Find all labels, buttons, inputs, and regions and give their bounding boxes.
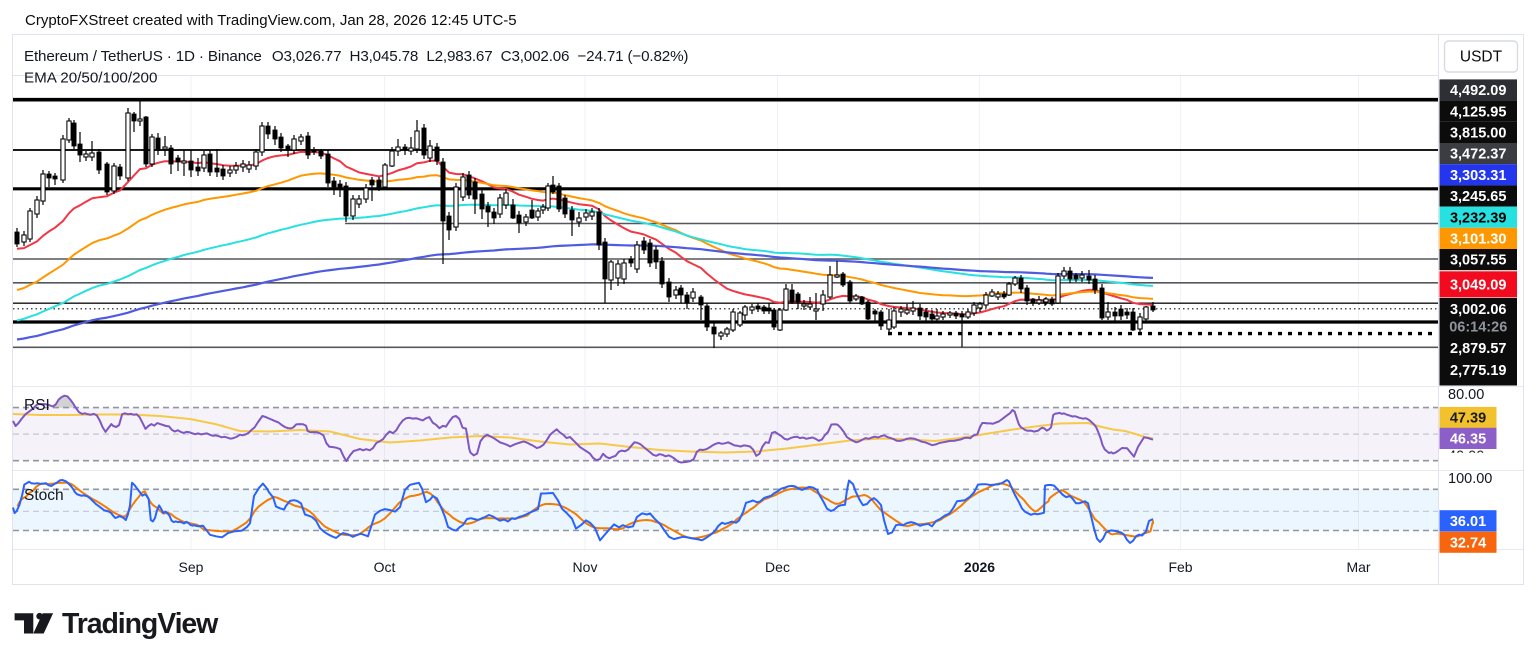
svg-text:CryptoFXStreet created with Tr: CryptoFXStreet created with TradingView.… bbox=[25, 12, 517, 29]
svg-text:3,002.06: 3,002.06 bbox=[1450, 302, 1506, 318]
svg-text:4,492.09: 4,492.09 bbox=[1450, 83, 1506, 99]
svg-text:Feb: Feb bbox=[1168, 559, 1192, 575]
svg-text:3,303.31: 3,303.31 bbox=[1450, 168, 1506, 184]
svg-text:3,245.65: 3,245.65 bbox=[1450, 189, 1506, 205]
svg-text:Mar: Mar bbox=[1346, 559, 1370, 575]
svg-text:2026: 2026 bbox=[964, 559, 995, 575]
svg-text:3,472.37: 3,472.37 bbox=[1450, 147, 1506, 163]
svg-text:100.00: 100.00 bbox=[1448, 471, 1492, 487]
svg-text:3,101.30: 3,101.30 bbox=[1450, 232, 1506, 248]
svg-text:Oct: Oct bbox=[374, 559, 396, 575]
svg-text:Ethereum / TetherUS · 1D · Bin: Ethereum / TetherUS · 1D · Binance O3,02… bbox=[24, 48, 688, 65]
svg-text:4,125.95: 4,125.95 bbox=[1450, 104, 1506, 120]
svg-text:Nov: Nov bbox=[573, 559, 598, 575]
svg-text:2,879.57: 2,879.57 bbox=[1450, 341, 1506, 357]
svg-text:47.39: 47.39 bbox=[1450, 411, 1486, 427]
svg-text:EMA 20/50/100/200: EMA 20/50/100/200 bbox=[24, 70, 157, 87]
svg-text:40.00: 40.00 bbox=[1448, 448, 1484, 464]
svg-text:06:14:26: 06:14:26 bbox=[1449, 319, 1507, 335]
svg-text:80.00: 80.00 bbox=[1448, 387, 1484, 403]
svg-text:Dec: Dec bbox=[765, 559, 790, 575]
svg-text:TradingView: TradingView bbox=[62, 608, 219, 640]
svg-text:3,232.39: 3,232.39 bbox=[1450, 210, 1506, 226]
svg-text:3,815.00: 3,815.00 bbox=[1450, 126, 1506, 142]
svg-text:46.35: 46.35 bbox=[1450, 432, 1486, 448]
svg-text:3,057.55: 3,057.55 bbox=[1450, 253, 1506, 269]
svg-text:Stoch: Stoch bbox=[24, 487, 64, 504]
svg-text:2,775.19: 2,775.19 bbox=[1450, 363, 1506, 379]
svg-text:Sep: Sep bbox=[179, 559, 204, 575]
svg-text:RSI: RSI bbox=[24, 397, 50, 414]
svg-text:3,049.09: 3,049.09 bbox=[1450, 277, 1506, 293]
svg-text:32.74: 32.74 bbox=[1450, 535, 1486, 551]
svg-text:USDT: USDT bbox=[1460, 49, 1503, 66]
svg-text:36.01: 36.01 bbox=[1450, 514, 1486, 530]
